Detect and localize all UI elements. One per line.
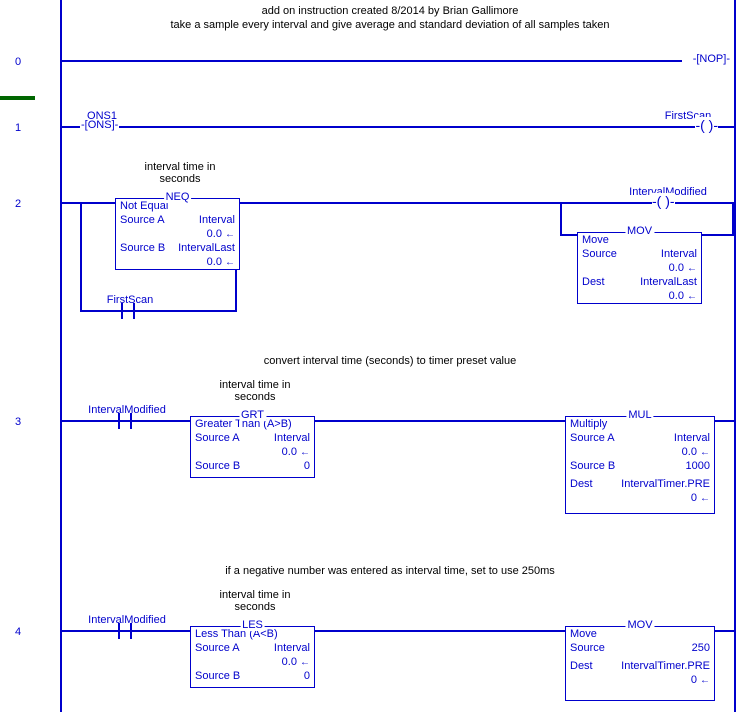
- rung-number-4: 4: [15, 626, 21, 638]
- mov-header: MOV: [625, 225, 654, 237]
- rung0-wire: [62, 60, 682, 62]
- lbl: Source A: [195, 432, 240, 444]
- out-branch-v2: [732, 202, 734, 234]
- mul-header: MUL: [626, 409, 653, 421]
- rung3-comment: convert interval time (seconds) to timer…: [80, 354, 700, 368]
- val: 1000: [686, 460, 710, 472]
- val: IntervalTimer.PRE: [621, 478, 710, 490]
- rung0-comment: add on instruction created 8/2014 by Bri…: [80, 4, 700, 33]
- firstscan-contact[interactable]: [115, 303, 141, 319]
- grt-comment: interval time in seconds: [195, 379, 315, 403]
- grt-instruction[interactable]: GRT Greater Than (A>B) Source AInterval …: [190, 416, 315, 478]
- firstscan-coil[interactable]: ‑( )‑: [695, 117, 718, 133]
- val: 0.0: [282, 656, 297, 668]
- val: Interval: [199, 214, 235, 226]
- lbl: Source B: [195, 460, 240, 472]
- marker: [0, 96, 35, 100]
- les-title: Less Than (A<B): [195, 628, 278, 640]
- lbl: Source A: [195, 642, 240, 654]
- val: 0.0: [669, 290, 684, 302]
- lbl: Dest: [570, 660, 593, 672]
- comment-line: add on instruction created 8/2014 by Bri…: [80, 4, 700, 18]
- val: IntervalTimer.PRE: [621, 660, 710, 672]
- nop-instruction[interactable]: ‑[NOP]‑: [693, 53, 730, 65]
- mov-instruction-r4[interactable]: MOV Move Source250 DestIntervalTimer.PRE…: [565, 626, 715, 701]
- neq-comment: interval time in seconds: [120, 161, 240, 185]
- val: Interval: [674, 432, 710, 444]
- val: 0: [304, 460, 310, 472]
- val: 0.0: [207, 228, 222, 240]
- cl1: interval time in: [195, 589, 315, 601]
- cl2: seconds: [195, 391, 315, 403]
- val: 0.0: [207, 256, 222, 268]
- mov-title: Move: [570, 628, 597, 640]
- rung-number-0: 0: [15, 56, 21, 68]
- comment-l1: interval time in: [120, 161, 240, 173]
- lbl: Source: [582, 248, 617, 260]
- les-instruction[interactable]: LES Less Than (A<B) Source AInterval 0.0…: [190, 626, 315, 688]
- val: 250: [692, 642, 710, 654]
- intervalmodified-coil[interactable]: ‑( )‑: [652, 193, 675, 209]
- ons-label: ONS: [88, 119, 112, 131]
- val: 0: [304, 670, 310, 682]
- branch-v1: [80, 202, 82, 312]
- branch-h: [80, 310, 235, 312]
- mov-title: Move: [582, 234, 609, 246]
- mov-instruction-r2[interactable]: MOV Move SourceInterval 0.0 ← DestInterv…: [577, 232, 702, 304]
- mul-title: Multiply: [570, 418, 607, 430]
- val: Interval: [274, 432, 310, 444]
- neq-instruction[interactable]: NEQ Not Equal Source AInterval 0.0 ← Sou…: [115, 198, 240, 270]
- rung-number-3: 3: [15, 416, 21, 428]
- intervalmodified-contact-r4[interactable]: [112, 623, 138, 639]
- rung1-wire: [62, 126, 734, 128]
- comment-line: take a sample every interval and give av…: [80, 18, 700, 32]
- val: 0: [691, 674, 697, 686]
- val: Interval: [661, 248, 697, 260]
- neq-header: NEQ: [164, 191, 192, 203]
- rung-number-1: 1: [15, 122, 21, 134]
- grt-header: GRT: [239, 409, 266, 421]
- out-branch-v1: [560, 202, 562, 234]
- val: 0: [691, 492, 697, 504]
- rung-number-2: 2: [15, 198, 21, 210]
- lbl: Source A: [570, 432, 615, 444]
- les-header: LES: [240, 619, 265, 631]
- les-comment: interval time in seconds: [195, 589, 315, 613]
- lbl: Source A: [120, 214, 165, 226]
- ons-instruction[interactable]: ‑[ONS]‑: [80, 119, 119, 131]
- lbl: Source B: [195, 670, 240, 682]
- val: IntervalLast: [640, 276, 697, 288]
- nop-label: NOP: [699, 53, 723, 65]
- val: IntervalLast: [178, 242, 235, 254]
- comment-l2: seconds: [120, 173, 240, 185]
- lbl: Dest: [582, 276, 605, 288]
- left-rail: [60, 0, 62, 712]
- lbl: Source B: [570, 460, 615, 472]
- val: 0.0: [669, 262, 684, 274]
- cl2: seconds: [195, 601, 315, 613]
- mov-header: MOV: [625, 619, 654, 631]
- mul-instruction[interactable]: MUL Multiply Source AInterval 0.0 ← Sour…: [565, 416, 715, 514]
- lbl: Source: [570, 642, 605, 654]
- ladder-diagram: add on instruction created 8/2014 by Bri…: [0, 0, 736, 712]
- intervalmodified-contact-r3[interactable]: [112, 413, 138, 429]
- lbl: Dest: [570, 478, 593, 490]
- cl1: interval time in: [195, 379, 315, 391]
- val: 0.0: [682, 446, 697, 458]
- neq-title: Not Equal: [120, 200, 168, 212]
- rung4-comment: if a negative number was entered as inte…: [80, 564, 700, 578]
- val: 0.0: [282, 446, 297, 458]
- val: Interval: [274, 642, 310, 654]
- lbl: Source B: [120, 242, 165, 254]
